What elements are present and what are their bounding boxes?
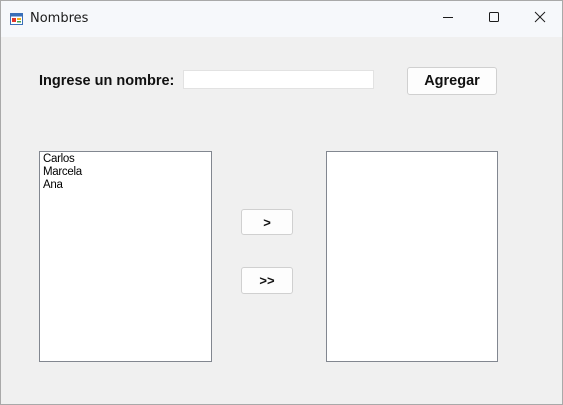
title-bar[interactable]: Nombres: [1, 1, 562, 37]
names-listbox-right[interactable]: [326, 151, 498, 362]
right-list-items: [327, 152, 497, 153]
maximize-button[interactable]: [471, 1, 517, 37]
windows-form-icon[interactable]: [10, 12, 23, 25]
list-item[interactable]: Ana: [40, 179, 211, 192]
list-item[interactable]: Marcela: [40, 166, 211, 179]
move-one-button[interactable]: >: [241, 209, 293, 235]
minimize-button[interactable]: [425, 1, 471, 37]
window-title: Nombres: [30, 11, 89, 26]
minimize-icon: [442, 10, 454, 28]
list-item[interactable]: Carlos: [40, 153, 211, 166]
close-icon: [534, 10, 546, 28]
move-all-button[interactable]: >>: [241, 267, 293, 294]
name-input[interactable]: [183, 70, 374, 89]
close-button[interactable]: [517, 1, 562, 37]
add-button[interactable]: Agregar: [407, 67, 497, 95]
names-listbox-left[interactable]: Carlos Marcela Ana: [39, 151, 212, 362]
left-list-items: Carlos Marcela Ana: [40, 152, 211, 192]
name-label: Ingrese un nombre:: [39, 73, 175, 89]
maximize-icon: [488, 10, 500, 28]
main-window: Nombres Ingrese un nombre: Agregar Carlo…: [0, 0, 563, 405]
